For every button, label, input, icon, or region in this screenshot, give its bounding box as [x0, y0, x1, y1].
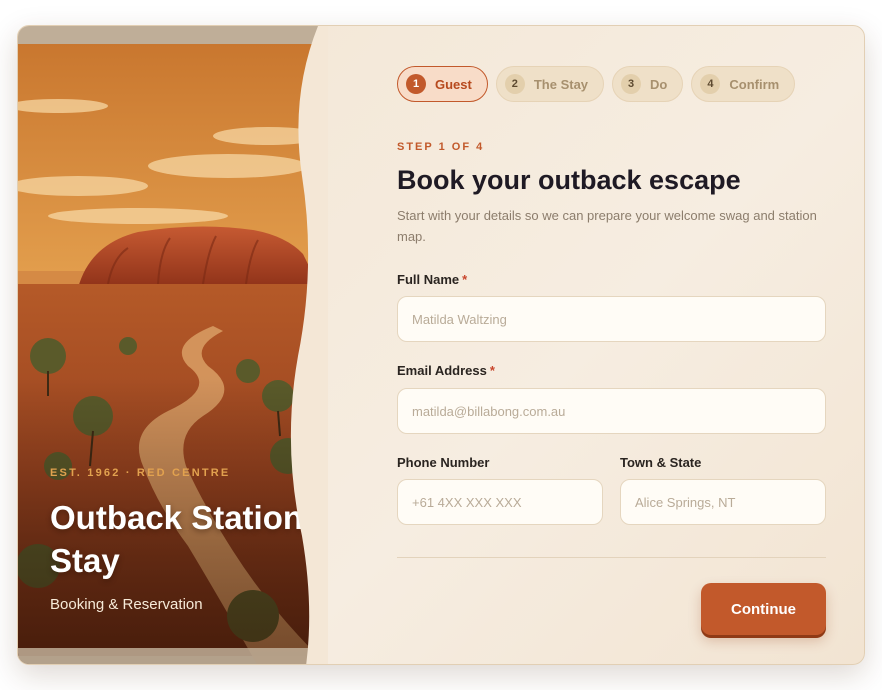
step-number: 4	[700, 74, 721, 94]
step-label: Confirm	[729, 76, 780, 92]
step-guest[interactable]: 1 Guest	[397, 66, 488, 102]
hero-panel: EST. 1962 · RED CENTRE Outback Station S…	[18, 26, 318, 664]
step-number: 3	[621, 74, 642, 94]
hero-title: Outback Station Stay	[50, 499, 304, 579]
required-marker: *	[462, 272, 468, 287]
full-name-input[interactable]	[397, 296, 826, 342]
phone-input[interactable]	[397, 479, 603, 525]
email-input[interactable]	[397, 388, 826, 434]
continue-button[interactable]: Continue	[701, 583, 826, 635]
booking-form-panel: 1 Guest 2 The Stay 3 Do 4 Confirm STEP 1…	[397, 26, 827, 664]
hero-subtitle: Booking & Reservation	[50, 596, 203, 613]
step-do[interactable]: 3 Do	[612, 66, 684, 102]
page-title: Book your outback escape	[397, 165, 741, 195]
step-confirm[interactable]: 4 Confirm	[691, 66, 796, 102]
step-label: The Stay	[533, 76, 589, 92]
intro-text: Start with your details so we can prepar…	[397, 208, 817, 244]
hero-eyebrow: EST. 1962 · RED CENTRE	[50, 467, 231, 479]
step-number: 2	[504, 74, 525, 94]
wave-divider	[290, 26, 328, 664]
label-text: Email Address	[397, 363, 487, 378]
step-label: Do	[650, 76, 668, 92]
label-text: Full Name	[397, 272, 460, 287]
full-name-label: Full Name *	[397, 272, 467, 287]
town-state-label: Town & State	[620, 455, 702, 470]
step-the-stay[interactable]: 2 The Stay	[495, 66, 605, 102]
phone-label: Phone Number	[397, 455, 490, 470]
step-label: Guest	[435, 76, 472, 92]
step-counter: STEP 1 OF 4	[397, 141, 485, 153]
step-number: 1	[406, 74, 426, 94]
town-state-input[interactable]	[620, 479, 826, 525]
step-indicator: 1 Guest 2 The Stay 3 Do 4 Confirm	[397, 66, 796, 102]
form-divider	[397, 557, 826, 558]
booking-card: EST. 1962 · RED CENTRE Outback Station S…	[17, 25, 865, 665]
email-label: Email Address *	[397, 363, 495, 378]
required-marker: *	[489, 363, 495, 378]
